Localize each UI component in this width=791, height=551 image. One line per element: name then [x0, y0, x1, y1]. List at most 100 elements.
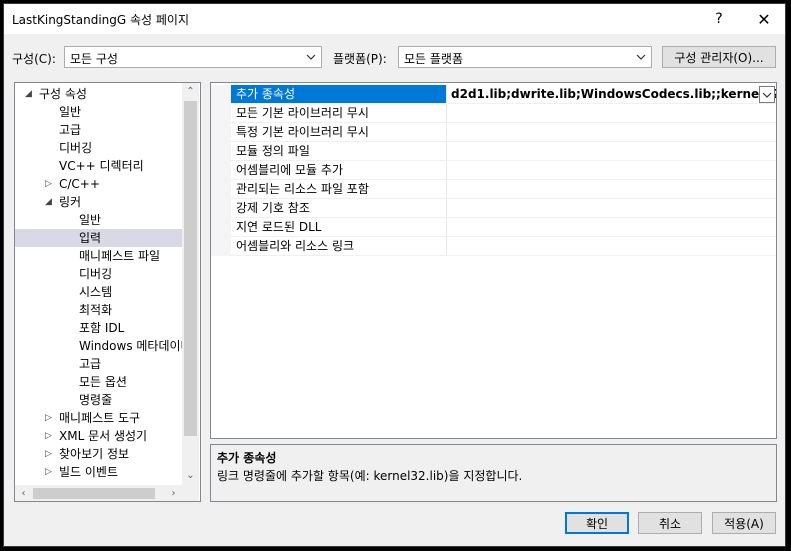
row-gutter: [211, 199, 231, 218]
tree-item[interactable]: ▷ 매니페스트 도구: [15, 409, 182, 427]
property-name[interactable]: 모든 기본 라이브러리 무시: [231, 104, 447, 123]
configuration-manager-button[interactable]: 구성 관리자(O)...: [662, 46, 776, 68]
property-value[interactable]: [447, 218, 776, 237]
scrollbar-thumb[interactable]: [184, 101, 197, 436]
tree-item[interactable]: 일반: [15, 103, 182, 121]
cancel-button[interactable]: 취소: [638, 512, 702, 534]
tree-item-label: VC++ 디렉터리: [59, 159, 144, 173]
tree-item-label: 포함 IDL: [79, 321, 125, 335]
property-name[interactable]: 관리되는 리소스 파일 포함: [231, 180, 447, 199]
property-value[interactable]: [447, 104, 776, 123]
chevron-down-icon: [306, 54, 316, 60]
property-value[interactable]: [447, 199, 776, 218]
collapse-icon[interactable]: ◢: [25, 85, 35, 103]
property-row[interactable]: 모든 기본 라이브러리 무시: [211, 104, 776, 123]
property-value[interactable]: [447, 123, 776, 142]
scroll-right-icon[interactable]: ›: [165, 485, 182, 501]
tree-item-label: 구성 속성: [39, 87, 87, 101]
tree-item[interactable]: ▷ XML 문서 생성기: [15, 427, 182, 445]
scroll-left-icon[interactable]: ‹: [15, 485, 32, 501]
platform-select[interactable]: 모든 플랫폼: [398, 46, 652, 68]
tree-item[interactable]: 모든 옵션: [15, 373, 182, 391]
property-name[interactable]: 특정 기본 라이브러리 무시: [231, 123, 447, 142]
tree-item[interactable]: ▷ C/C++: [15, 175, 182, 193]
tree-item[interactable]: 디버깅: [15, 265, 182, 283]
tree-item[interactable]: Windows 메타데이터: [15, 337, 192, 355]
tree-item-label: Windows 메타데이터: [79, 339, 192, 353]
title-bar: LastKingStandingG 속성 페이지 ? ✕: [4, 4, 785, 34]
expand-icon[interactable]: ▷: [45, 409, 55, 427]
property-row[interactable]: 강제 기호 참조: [211, 199, 776, 218]
tree-item-label: 찾아보기 정보: [59, 447, 130, 461]
configuration-select[interactable]: 모든 구성: [64, 46, 322, 68]
property-value[interactable]: [447, 180, 776, 199]
tree-item[interactable]: 고급: [15, 121, 182, 139]
tree-item-label: C/C++: [59, 177, 100, 191]
tree-item[interactable]: 매니페스트 파일: [15, 247, 182, 265]
tree-item[interactable]: 일반: [15, 211, 182, 229]
tree-item[interactable]: ◢ 링커: [15, 193, 182, 211]
tree-item[interactable]: 고급: [15, 355, 182, 373]
ok-button[interactable]: 확인: [565, 512, 629, 534]
tree-item[interactable]: 시스템: [15, 283, 182, 301]
scroll-down-icon[interactable]: ⌄: [182, 467, 199, 484]
tree-item-label: 모든 옵션: [79, 375, 127, 389]
property-name[interactable]: 지연 로드된 DLL: [231, 218, 447, 237]
tree-item-label: 입력: [79, 231, 102, 245]
platform-value: 모든 플랫폼: [404, 52, 464, 66]
property-value[interactable]: [447, 237, 776, 256]
row-gutter: [211, 180, 231, 199]
expand-icon[interactable]: ▷: [45, 463, 55, 481]
property-grid: 추가 종속성 d2d1.lib;dwrite.lib;WindowsCodecs.…: [210, 82, 777, 439]
tree-item-label: 디버깅: [79, 267, 113, 281]
close-button[interactable]: ✕: [744, 4, 784, 34]
description-panel: 추가 종속성 링크 명령줄에 추가할 항목(예: kernel32.lib)을 …: [210, 444, 777, 502]
scroll-up-icon[interactable]: ⌃: [182, 83, 199, 100]
property-row[interactable]: 추가 종속성 d2d1.lib;dwrite.lib;WindowsCodecs.…: [211, 85, 776, 104]
property-value[interactable]: d2d1.lib;dwrite.lib;WindowsCodecs.lib;;k…: [447, 85, 776, 104]
property-row[interactable]: 어셈블리와 리소스 링크: [211, 237, 776, 256]
property-name[interactable]: 어셈블리와 리소스 링크: [231, 237, 447, 256]
tree-item[interactable]: ◢ 구성 속성: [15, 85, 182, 103]
property-row[interactable]: 모듈 정의 파일: [211, 142, 776, 161]
property-row[interactable]: 지연 로드된 DLL: [211, 218, 776, 237]
tree-item[interactable]: 디버깅: [15, 139, 182, 157]
configuration-label: 구성(C):: [12, 52, 56, 66]
property-row[interactable]: 특정 기본 라이브러리 무시: [211, 123, 776, 142]
property-name[interactable]: 강제 기호 참조: [231, 199, 447, 218]
help-button[interactable]: ?: [699, 4, 739, 34]
chevron-down-icon: [636, 54, 646, 60]
tree-item[interactable]: 포함 IDL: [15, 319, 182, 337]
property-value[interactable]: [447, 161, 776, 180]
row-gutter: [211, 237, 231, 256]
tree-item-label: XML 문서 생성기: [59, 429, 148, 443]
tree-item-label: 시스템: [79, 285, 113, 299]
window-title: LastKingStandingG 속성 페이지: [12, 13, 190, 27]
tree-item[interactable]: 명령줄: [15, 391, 182, 409]
platform-label: 플랫폼(P):: [333, 52, 387, 66]
tree-item[interactable]: 입력: [15, 229, 182, 247]
tree-horizontal-scrollbar[interactable]: ‹ ›: [15, 485, 182, 501]
property-pages-dialog: LastKingStandingG 속성 페이지 ? ✕ 구성(C): 모든 구…: [3, 3, 786, 547]
scrollbar-thumb[interactable]: [33, 488, 155, 499]
apply-button[interactable]: 적용(A): [712, 512, 776, 534]
tree-item-label: 최적화: [79, 303, 113, 317]
tree-item-label: 고급: [79, 357, 102, 371]
property-name[interactable]: 모듈 정의 파일: [231, 142, 447, 161]
tree-item[interactable]: VC++ 디렉터리: [15, 157, 182, 175]
chevron-down-icon: [762, 92, 772, 98]
property-name[interactable]: 추가 종속성: [231, 85, 447, 104]
value-dropdown-button[interactable]: [759, 86, 775, 103]
expand-icon[interactable]: ▷: [45, 175, 55, 193]
property-row[interactable]: 관리되는 리소스 파일 포함: [211, 180, 776, 199]
property-value[interactable]: [447, 142, 776, 161]
property-name[interactable]: 어셈블리에 모듈 추가: [231, 161, 447, 180]
tree-item[interactable]: 최적화: [15, 301, 182, 319]
expand-icon[interactable]: ▷: [45, 445, 55, 463]
expand-icon[interactable]: ▷: [45, 427, 55, 445]
tree-item[interactable]: ▷ 빌드 이벤트: [15, 463, 182, 481]
tree-item[interactable]: ▷ 찾아보기 정보: [15, 445, 182, 463]
tree-vertical-scrollbar[interactable]: ⌃ ⌄: [182, 83, 199, 485]
property-row[interactable]: 어셈블리에 모듈 추가: [211, 161, 776, 180]
collapse-icon[interactable]: ◢: [45, 193, 55, 211]
